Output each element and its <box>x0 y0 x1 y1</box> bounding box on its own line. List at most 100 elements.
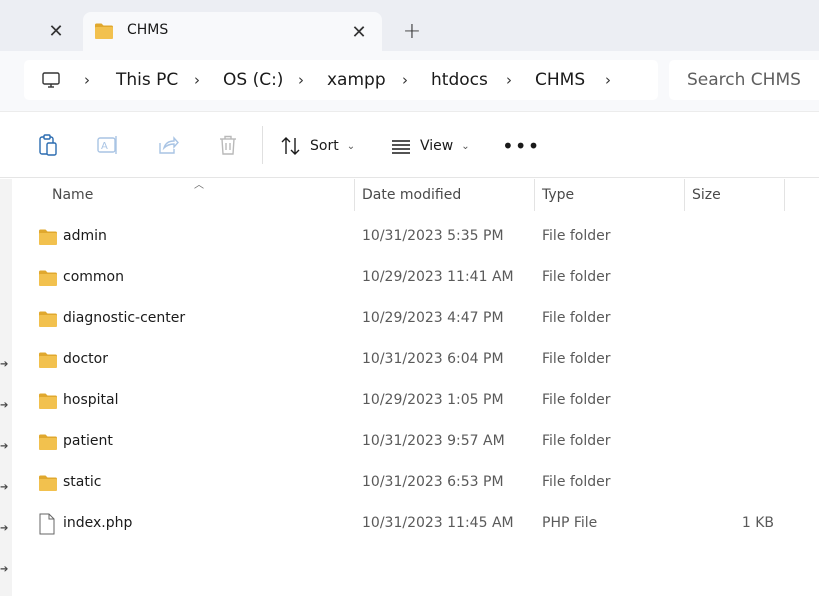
close-tab-button[interactable]: ✕ <box>37 12 75 50</box>
folder-icon <box>39 434 57 450</box>
file-name: doctor <box>63 351 108 367</box>
sort-ascending-icon: ︿ <box>194 180 204 191</box>
toolbar-divider <box>262 126 263 164</box>
file-date-modified: 10/31/2023 6:53 PM <box>362 474 504 490</box>
computer-icon[interactable] <box>41 70 61 90</box>
file-name: diagnostic-center <box>63 310 186 326</box>
column-divider[interactable] <box>354 179 355 211</box>
pin-icon[interactable]: ➔ <box>0 400 8 411</box>
column-divider[interactable] <box>534 179 535 211</box>
breadcrumb-htdocs[interactable]: htdocs <box>431 70 488 90</box>
chevron-right-icon[interactable]: › <box>84 71 90 89</box>
column-header-type[interactable]: Type <box>542 187 574 203</box>
file-name: index.php <box>63 515 133 531</box>
file-type: File folder <box>542 392 611 408</box>
pin-icon[interactable]: ➔ <box>0 441 8 452</box>
close-icon: ✕ <box>48 20 64 42</box>
file-explorer-window: ✕ CHMS ✕ + › This PC › OS (C:) › xampp ›… <box>0 0 819 596</box>
command-bar: A Sort ⌄ View ⌄ <box>0 111 819 178</box>
file-type: File folder <box>542 433 611 449</box>
file-date-modified: 10/29/2023 1:05 PM <box>362 392 504 408</box>
folder-icon <box>39 393 57 409</box>
file-list: ➔ ➔ ➔ ➔ ➔ ➔ ︿ Name Date modified Type Si… <box>0 179 819 596</box>
file-date-modified: 10/31/2023 5:35 PM <box>362 228 504 244</box>
file-type: File folder <box>542 310 611 326</box>
file-date-modified: 10/31/2023 11:45 AM <box>362 515 514 531</box>
column-header-size[interactable]: Size <box>692 187 721 203</box>
chevron-down-icon: ⌄ <box>461 140 470 152</box>
breadcrumb-this-pc[interactable]: This PC <box>116 70 178 90</box>
file-icon <box>39 513 55 535</box>
more-options-icon[interactable]: ••• <box>502 134 540 158</box>
plus-icon: + <box>402 18 422 44</box>
tab-title: CHMS <box>127 22 169 38</box>
file-row[interactable]: hospital 10/29/2023 1:05 PM File folder <box>30 381 790 422</box>
navigation-pane-edge: ➔ ➔ ➔ ➔ ➔ ➔ <box>0 179 12 596</box>
search-input[interactable]: Search CHMS <box>669 60 819 100</box>
file-name: admin <box>63 228 107 244</box>
tab-chms[interactable]: CHMS ✕ <box>83 12 382 52</box>
paste-icon[interactable] <box>36 133 60 157</box>
file-date-modified: 10/29/2023 4:47 PM <box>362 310 504 326</box>
file-row[interactable]: common 10/29/2023 11:41 AM File folder <box>30 258 790 299</box>
share-icon[interactable] <box>156 133 180 157</box>
chevron-right-icon[interactable]: › <box>402 71 408 89</box>
file-date-modified: 10/31/2023 6:04 PM <box>362 351 504 367</box>
file-type: File folder <box>542 269 611 285</box>
column-divider[interactable] <box>784 179 785 211</box>
file-name: hospital <box>63 392 119 408</box>
chevron-down-icon: ⌄ <box>346 140 356 152</box>
pin-icon[interactable]: ➔ <box>0 523 8 534</box>
file-row[interactable]: admin 10/31/2023 5:35 PM File folder <box>30 217 790 258</box>
breadcrumb-os-c[interactable]: OS (C:) <box>223 70 283 90</box>
close-tab-icon[interactable]: ✕ <box>341 12 377 52</box>
folder-icon <box>39 352 57 368</box>
file-row[interactable]: diagnostic-center 10/29/2023 4:47 PM File … <box>30 299 790 340</box>
file-type: PHP File <box>542 515 598 531</box>
file-row[interactable]: patient 10/31/2023 9:57 AM File folder <box>30 422 790 463</box>
chevron-right-icon[interactable]: › <box>605 71 611 89</box>
file-name: static <box>63 474 102 490</box>
column-divider[interactable] <box>684 179 685 211</box>
address-bar[interactable]: › This PC › OS (C:) › xampp › htdocs › C… <box>24 60 658 100</box>
sort-label: Sort <box>310 138 339 154</box>
column-header-date-modified[interactable]: Date modified <box>362 187 461 203</box>
file-row[interactable]: static 10/31/2023 6:53 PM File folder <box>30 463 790 504</box>
file-type: File folder <box>542 228 611 244</box>
folder-icon <box>39 229 57 245</box>
file-type: File folder <box>542 474 611 490</box>
file-date-modified: 10/29/2023 11:41 AM <box>362 269 514 285</box>
folder-icon <box>39 270 57 286</box>
new-tab-button[interactable]: + <box>395 14 429 48</box>
breadcrumb-chms[interactable]: CHMS <box>535 70 585 90</box>
address-bar-area: › This PC › OS (C:) › xampp › htdocs › C… <box>0 51 819 111</box>
view-list-icon <box>392 140 410 154</box>
chevron-right-icon[interactable]: › <box>194 71 200 89</box>
chevron-right-icon[interactable]: › <box>506 71 512 89</box>
view-button[interactable]: View ⌄ <box>390 133 470 159</box>
file-name: patient <box>63 433 113 449</box>
pin-icon[interactable]: ➔ <box>0 359 8 370</box>
tab-strip: ✕ CHMS ✕ + <box>0 0 819 52</box>
pin-icon[interactable]: ➔ <box>0 564 8 575</box>
search-placeholder: Search CHMS <box>687 70 801 90</box>
folder-icon <box>39 475 57 491</box>
folder-icon <box>95 23 113 39</box>
file-type: File folder <box>542 351 611 367</box>
chevron-right-icon[interactable]: › <box>298 71 304 89</box>
breadcrumb-xampp[interactable]: xampp <box>327 70 386 90</box>
file-name: common <box>63 269 124 285</box>
pin-icon[interactable]: ➔ <box>0 482 8 493</box>
file-row[interactable]: doctor 10/31/2023 6:04 PM File folder <box>30 340 790 381</box>
rename-icon[interactable]: A <box>96 133 120 157</box>
svg-text:A: A <box>101 141 108 152</box>
file-size: 1 KB <box>741 515 774 531</box>
delete-icon[interactable] <box>216 133 240 157</box>
view-label: View <box>420 138 454 154</box>
column-header-name[interactable]: Name <box>52 187 93 203</box>
file-row[interactable]: index.php 10/31/2023 11:45 AM PHP File 1 KB <box>30 504 790 545</box>
sort-icon <box>281 137 300 155</box>
file-date-modified: 10/31/2023 9:57 AM <box>362 433 505 449</box>
folder-icon <box>39 311 57 327</box>
sort-button[interactable]: Sort ⌄ <box>280 133 355 159</box>
